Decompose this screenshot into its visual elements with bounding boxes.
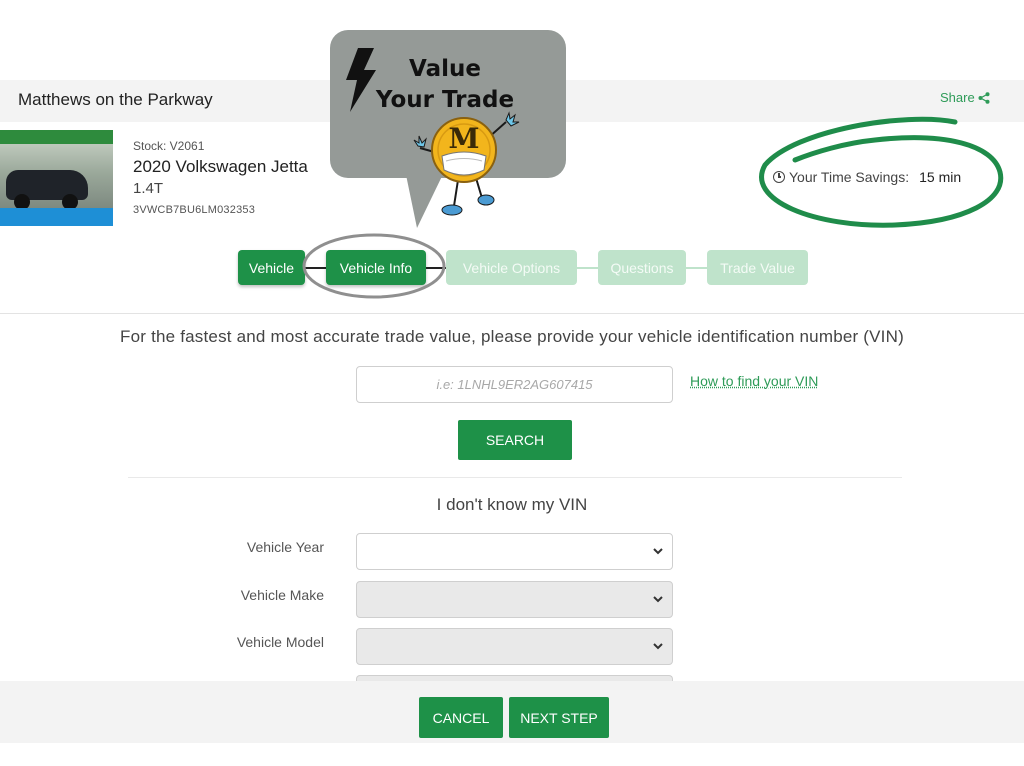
vehicle-make-label: Vehicle Make	[240, 587, 324, 603]
step-connector	[577, 267, 598, 269]
share-button[interactable]: Share	[940, 90, 990, 105]
chevron-down-icon	[653, 596, 663, 603]
no-vin-heading: I don't know my VIN	[436, 495, 588, 514]
dealer-name: Matthews on the Parkway	[18, 90, 213, 109]
callout-title: Value Your Trade	[370, 54, 520, 116]
share-icon	[978, 91, 990, 104]
vehicle-model-label: Vehicle Model	[236, 634, 324, 650]
step-questions: Questions	[598, 250, 686, 285]
step-connector	[305, 267, 326, 269]
section-divider	[0, 313, 1024, 314]
vehicle-trim-select[interactable]	[356, 675, 673, 681]
time-savings: Your Time Savings: 15 min	[773, 169, 961, 185]
vehicle-name: 2020 Volkswagen Jetta	[133, 157, 308, 176]
search-button[interactable]: SEARCH	[458, 420, 572, 460]
vehicle-year-label: Vehicle Year	[246, 539, 324, 555]
stock-number: Stock: V2061	[133, 139, 205, 153]
find-vin-link[interactable]: How to find your VIN	[690, 373, 818, 389]
vehicle-vin: 3VWCB7BU6LM032353	[133, 204, 256, 216]
mascot-letter: M	[449, 122, 480, 155]
coin-mascot-icon: M	[413, 111, 520, 216]
step-vehicle-info[interactable]: Vehicle Info	[326, 250, 426, 285]
step-vehicle[interactable]: Vehicle	[238, 250, 305, 285]
time-savings-value: 15 min	[919, 169, 962, 185]
step-connector	[686, 267, 707, 269]
clock-icon	[773, 171, 785, 183]
chevron-down-icon	[653, 643, 663, 650]
time-savings-label: Your Time Savings:	[789, 169, 910, 185]
vehicle-photo	[0, 130, 113, 226]
section-divider	[128, 477, 902, 478]
vin-input[interactable]	[356, 366, 673, 403]
share-label: Share	[940, 90, 975, 105]
step-connector	[426, 267, 446, 269]
vehicle-make-select[interactable]	[356, 581, 673, 618]
vehicle-year-select[interactable]	[356, 533, 673, 570]
next-step-button[interactable]: NEXT STEP	[509, 697, 609, 738]
vehicle-model-select[interactable]	[356, 628, 673, 665]
callout-title-line1: Value	[409, 56, 481, 82]
vin-intro-text: For the fastest and most accurate trade …	[120, 327, 904, 346]
step-vehicle-options: Vehicle Options	[446, 250, 577, 285]
chevron-down-icon	[653, 548, 663, 555]
vehicle-trim: 1.4T	[133, 180, 164, 197]
step-trade-value: Trade Value	[707, 250, 808, 285]
cancel-button[interactable]: CANCEL	[419, 697, 503, 738]
